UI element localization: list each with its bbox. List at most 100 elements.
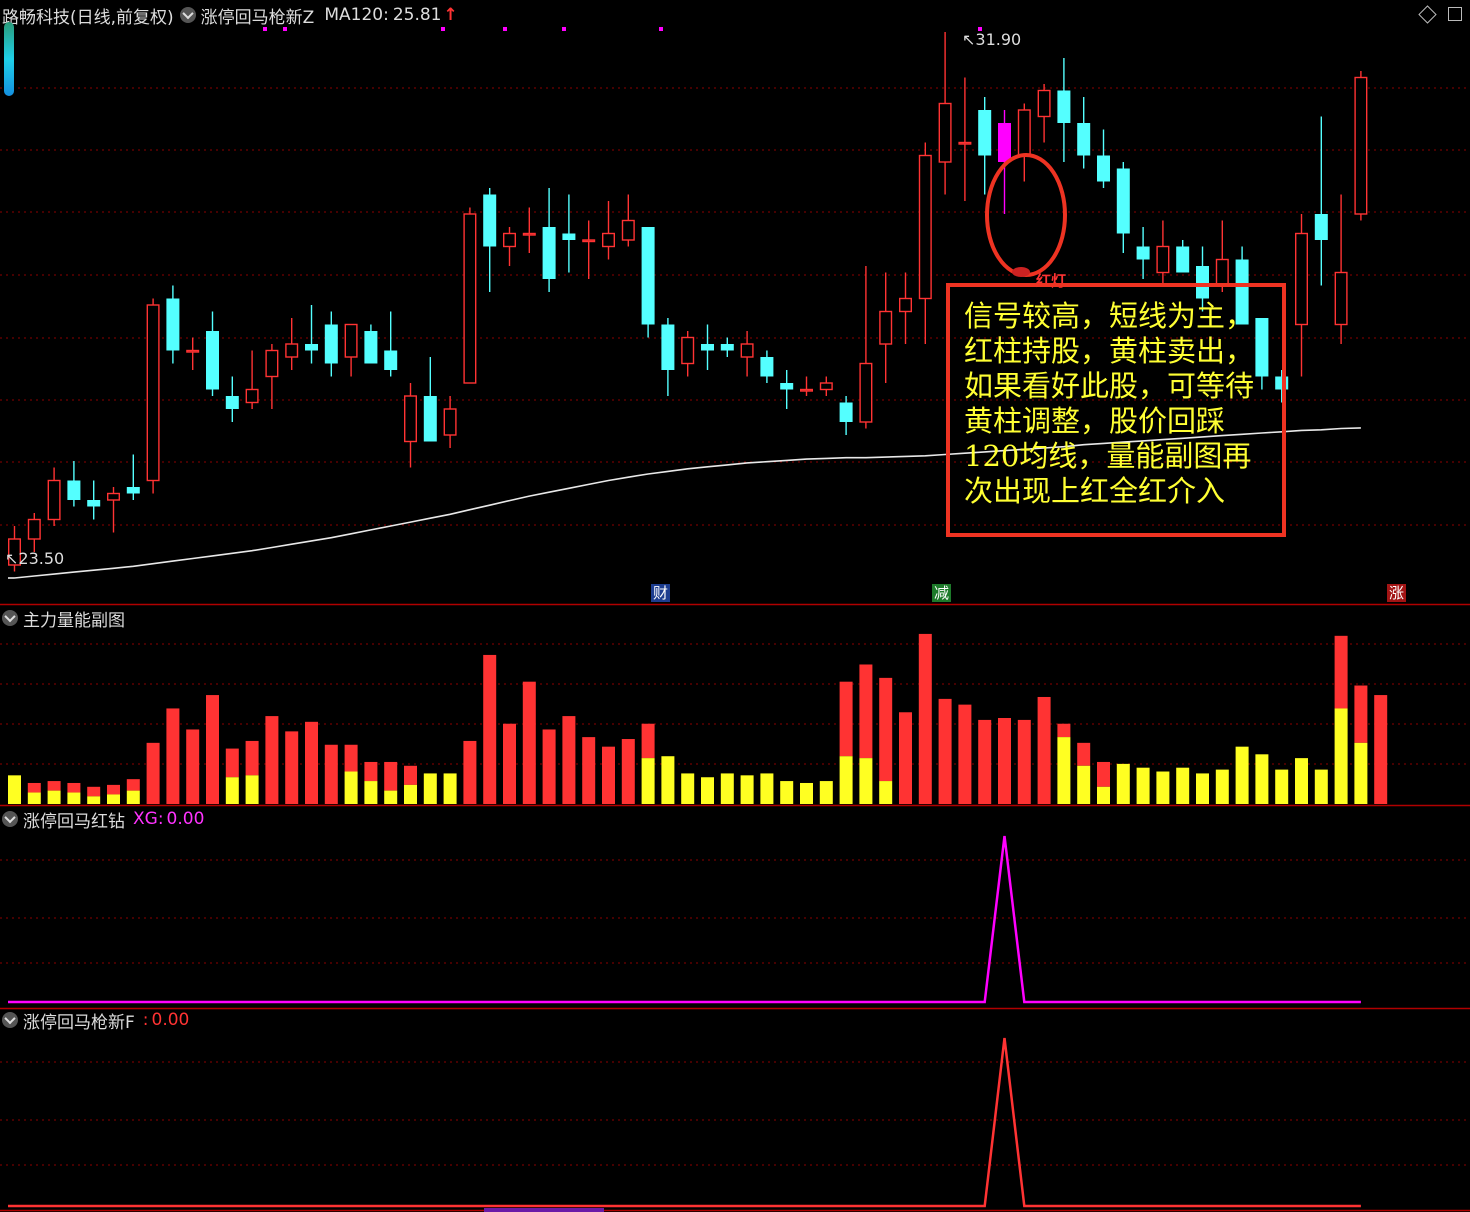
volume-bar-red: [404, 765, 417, 785]
candle-body: [780, 383, 794, 390]
volume-bar-red: [978, 719, 992, 804]
volume-bar-red: [245, 740, 259, 776]
volume-bar-red: [582, 737, 596, 804]
candle-body: [384, 350, 398, 370]
candle-body: [562, 233, 576, 240]
signal-dot: [562, 27, 566, 31]
candle-body: [1077, 123, 1091, 156]
volume-bar-yellow: [1097, 786, 1110, 804]
volume-panel-title[interactable]: 主力量能副图: [23, 606, 125, 631]
volume-bar-red: [522, 681, 536, 804]
square-icon[interactable]: [1448, 7, 1462, 21]
candle-body: [879, 310, 893, 345]
candle-body: [998, 123, 1011, 162]
volume-bar-yellow: [879, 781, 893, 804]
volume-bar-yellow: [1334, 708, 1348, 804]
candle-body: [67, 480, 81, 500]
candle-body: [47, 479, 61, 521]
volume-bar-red: [344, 744, 358, 772]
high-price-label: ↖31.90: [962, 30, 1022, 49]
dropdown-icon[interactable]: [179, 7, 196, 23]
candle-body: [918, 154, 932, 300]
candle-body: [958, 141, 972, 145]
volume-bar-red: [562, 716, 576, 804]
volume-bar-yellow: [740, 775, 754, 804]
volume-bar-yellow: [27, 792, 41, 804]
signal-dot: [441, 27, 445, 31]
candle-body: [1156, 245, 1170, 274]
volume-bar-yellow: [423, 773, 437, 804]
volume-bar-yellow: [1176, 767, 1190, 804]
volume-bar-yellow: [126, 790, 140, 804]
ma-label: MA120:: [324, 5, 389, 25]
candle-body: [1037, 89, 1051, 118]
spear-panel-title[interactable]: 涨停回马枪新F: [23, 1008, 135, 1033]
f-value: 0.00: [151, 1010, 190, 1030]
volume-bar-red: [166, 708, 180, 804]
volume-bar-red: [839, 681, 853, 757]
volume-bar-red: [542, 729, 556, 804]
volume-bar-red: [938, 698, 952, 804]
dropdown-icon[interactable]: [2, 811, 18, 827]
red-light-dot: [1012, 267, 1030, 277]
volume-panel-header: 主力量能副图: [2, 606, 125, 631]
volume-bar-red: [47, 781, 61, 791]
signal-dot: [263, 27, 267, 31]
pointer-arrow-icon: ↖: [962, 30, 976, 49]
candle-body: [324, 324, 338, 364]
volume-bar-yellow: [384, 790, 398, 804]
indicator-name[interactable]: 涨停回马枪新Z: [201, 3, 315, 28]
volume-bar-red: [384, 761, 398, 791]
reduce-marker[interactable]: 减: [932, 584, 952, 602]
volume-bar-yellow: [443, 773, 457, 804]
stock-title[interactable]: 路畅科技(日线,前复权): [2, 3, 174, 28]
ma-value: 25.81: [392, 5, 442, 25]
candle-body: [701, 344, 714, 351]
volume-bar-red: [899, 712, 912, 804]
bottom-scroll-thumb: [484, 1208, 604, 1212]
candle-body: [245, 388, 259, 404]
volume-bar-yellow: [701, 777, 714, 804]
volume-bar-yellow: [1057, 737, 1071, 804]
candle-body: [1116, 168, 1130, 234]
candle-body: [404, 395, 418, 443]
red-diamond-panel-title[interactable]: 涨停回马红钻: [23, 807, 125, 832]
volume-bar-yellow: [87, 796, 101, 804]
volume-bar-red: [1354, 685, 1368, 743]
volume-bar-yellow: [107, 794, 120, 804]
candle-body: [661, 324, 675, 370]
candle-body: [641, 227, 655, 325]
volume-bar-yellow: [1255, 754, 1269, 804]
candle-body: [1294, 232, 1308, 326]
candle-body: [146, 304, 160, 482]
volume-bar-yellow: [780, 781, 794, 804]
limit-up-marker[interactable]: 涨: [1387, 584, 1407, 602]
volume-bar-yellow: [859, 758, 873, 804]
signal-dot: [503, 27, 507, 31]
candle-body: [206, 331, 219, 390]
pointer-arrow-icon: ↖: [5, 549, 19, 568]
volume-bar-red: [206, 695, 219, 804]
xg-label: XG:: [133, 809, 164, 829]
volume-bar-yellow: [1235, 746, 1249, 804]
finance-marker[interactable]: 财: [651, 584, 671, 602]
candle-body: [760, 357, 774, 377]
candle-body: [1017, 109, 1031, 157]
volume-bar-red: [1374, 695, 1388, 804]
dropdown-icon[interactable]: [2, 610, 18, 626]
volume-bar-yellow: [661, 756, 675, 804]
candle-body: [126, 487, 140, 494]
volume-bar-yellow: [67, 792, 81, 804]
volume-bar-red: [324, 744, 338, 804]
volume-chart[interactable]: [0, 606, 1470, 808]
scroll-indicator[interactable]: [4, 22, 14, 96]
volume-bar-red: [265, 716, 279, 804]
dropdown-icon[interactable]: [2, 1012, 18, 1028]
volume-bar-red: [146, 742, 160, 804]
volume-bar-red: [1017, 719, 1031, 804]
red-diamond-chart[interactable]: [0, 808, 1470, 1010]
spear-chart[interactable]: [0, 1010, 1470, 1212]
candle-body: [265, 349, 279, 378]
volume-bar-red: [1057, 723, 1071, 738]
candle-body: [1314, 214, 1328, 240]
